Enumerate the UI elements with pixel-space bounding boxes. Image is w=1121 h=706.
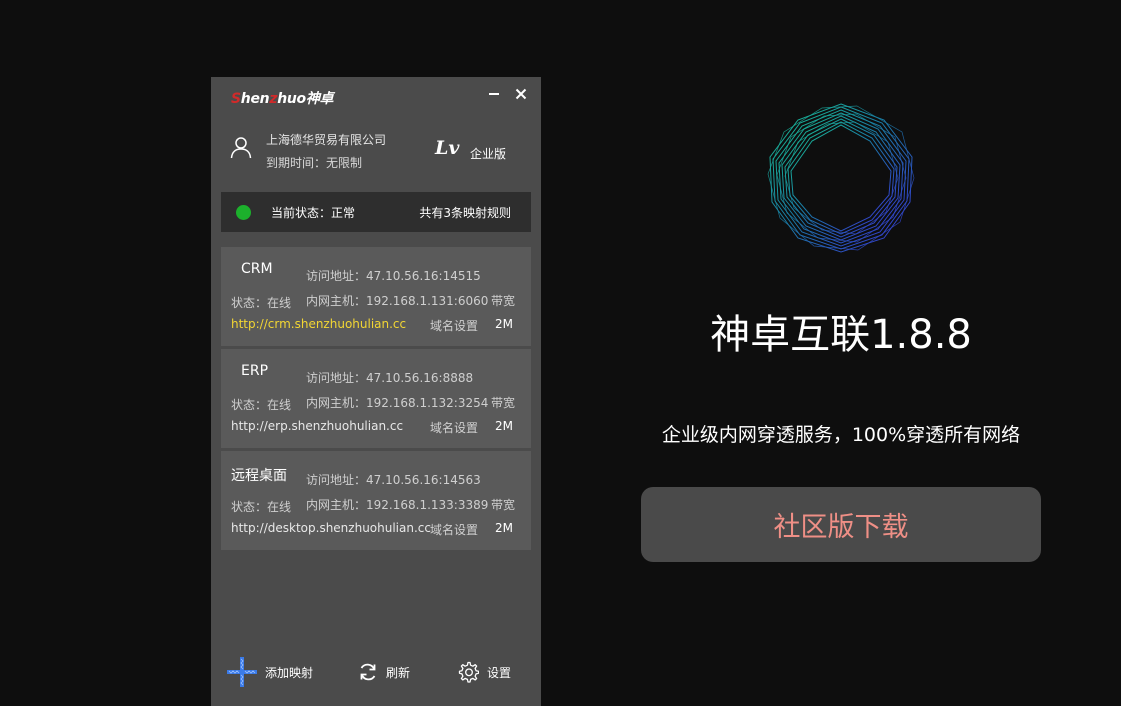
add-mapping-label: 添加映射 [265, 665, 314, 680]
settings-button[interactable]: 设置 [457, 657, 511, 687]
mapping-card-erp[interactable]: ERP 访问地址：47.10.56.16:8888 状态：在线 内网主机：192… [221, 349, 531, 448]
product-tagline: 企业级内网穿透服务，100%穿透所有网络 [661, 424, 1021, 446]
mapping-card-crm[interactable]: CRM 访问地址：47.10.56.16:14515 状态：在线 内网主机：19… [221, 247, 531, 346]
add-mapping-button[interactable]: 添加映射 [227, 657, 313, 687]
app-logo: Shenzhuo神卓 [231, 91, 334, 107]
intranet-host: 内网主机：192.168.1.131:6060 [306, 294, 489, 308]
plus-icon [227, 657, 257, 687]
refresh-button[interactable]: 刷新 [358, 657, 410, 687]
bandwidth-label: 带宽 [491, 294, 516, 308]
domain-settings-button[interactable]: 域名设置 [430, 419, 478, 436]
edition-label: 企业版 [470, 147, 507, 161]
bandwidth-value: 2M [495, 317, 513, 331]
minimize-button[interactable] [484, 83, 504, 105]
user-icon [230, 137, 252, 159]
status-indicator [236, 205, 251, 220]
refresh-label: 刷新 [386, 665, 411, 680]
app-window: Shenzhuo神卓 上海德华贸易有限公司 到期时间：无限制 Lv 企业版 当前… [211, 77, 541, 706]
settings-label: 设置 [487, 665, 512, 680]
expiry-date: 到期时间：无限制 [266, 156, 363, 170]
intranet-host: 内网主机：192.168.1.132:3254 [306, 396, 489, 410]
minimize-icon [489, 93, 499, 95]
mapping-name: ERP [241, 363, 269, 379]
status-text: 当前状态：正常 [271, 206, 356, 220]
mapping-url[interactable]: http://erp.shenzhuohulian.cc [231, 419, 403, 433]
mapping-url[interactable]: http://desktop.shenzhuohulian.cc [231, 521, 431, 535]
access-address: 访问地址：47.10.56.16:14515 [306, 269, 481, 283]
gear-icon [458, 661, 479, 683]
bandwidth-value: 2M [495, 419, 513, 433]
online-status: 状态：在线 [231, 398, 292, 412]
bandwidth-label: 带宽 [491, 396, 516, 410]
community-download-button[interactable]: 社区版下载 [641, 487, 1041, 562]
access-address: 访问地址：47.10.56.16:14563 [306, 473, 481, 487]
ring-logo-icon [767, 103, 915, 253]
company-name: 上海德华贸易有限公司 [266, 133, 387, 147]
mapping-card-remote-desktop[interactable]: 远程桌面 访问地址：47.10.56.16:14563 状态：在线 内网主机：1… [221, 451, 531, 550]
access-address: 访问地址：47.10.56.16:8888 [306, 371, 474, 385]
mapping-name: CRM [241, 261, 273, 277]
rule-count: 共有3条映射规则 [419, 206, 511, 220]
refresh-icon [360, 663, 376, 681]
domain-settings-button[interactable]: 域名设置 [430, 521, 478, 538]
bandwidth-value: 2M [495, 521, 513, 535]
level-badge: Lv [435, 137, 460, 159]
mapping-url[interactable]: http://crm.shenzhuohulian.cc [231, 317, 406, 331]
domain-settings-button[interactable]: 域名设置 [430, 317, 478, 334]
product-title: 神卓互联1.8.8 [710, 312, 972, 358]
close-icon [515, 88, 527, 100]
online-status: 状态：在线 [231, 500, 292, 514]
intranet-host: 内网主机：192.168.1.133:3389 [306, 498, 489, 512]
mapping-name: 远程桌面 [231, 468, 287, 484]
status-bar: 当前状态：正常 共有3条映射规则 [221, 192, 531, 232]
close-button[interactable] [511, 83, 531, 105]
online-status: 状态：在线 [231, 296, 292, 310]
bandwidth-label: 带宽 [491, 498, 516, 512]
